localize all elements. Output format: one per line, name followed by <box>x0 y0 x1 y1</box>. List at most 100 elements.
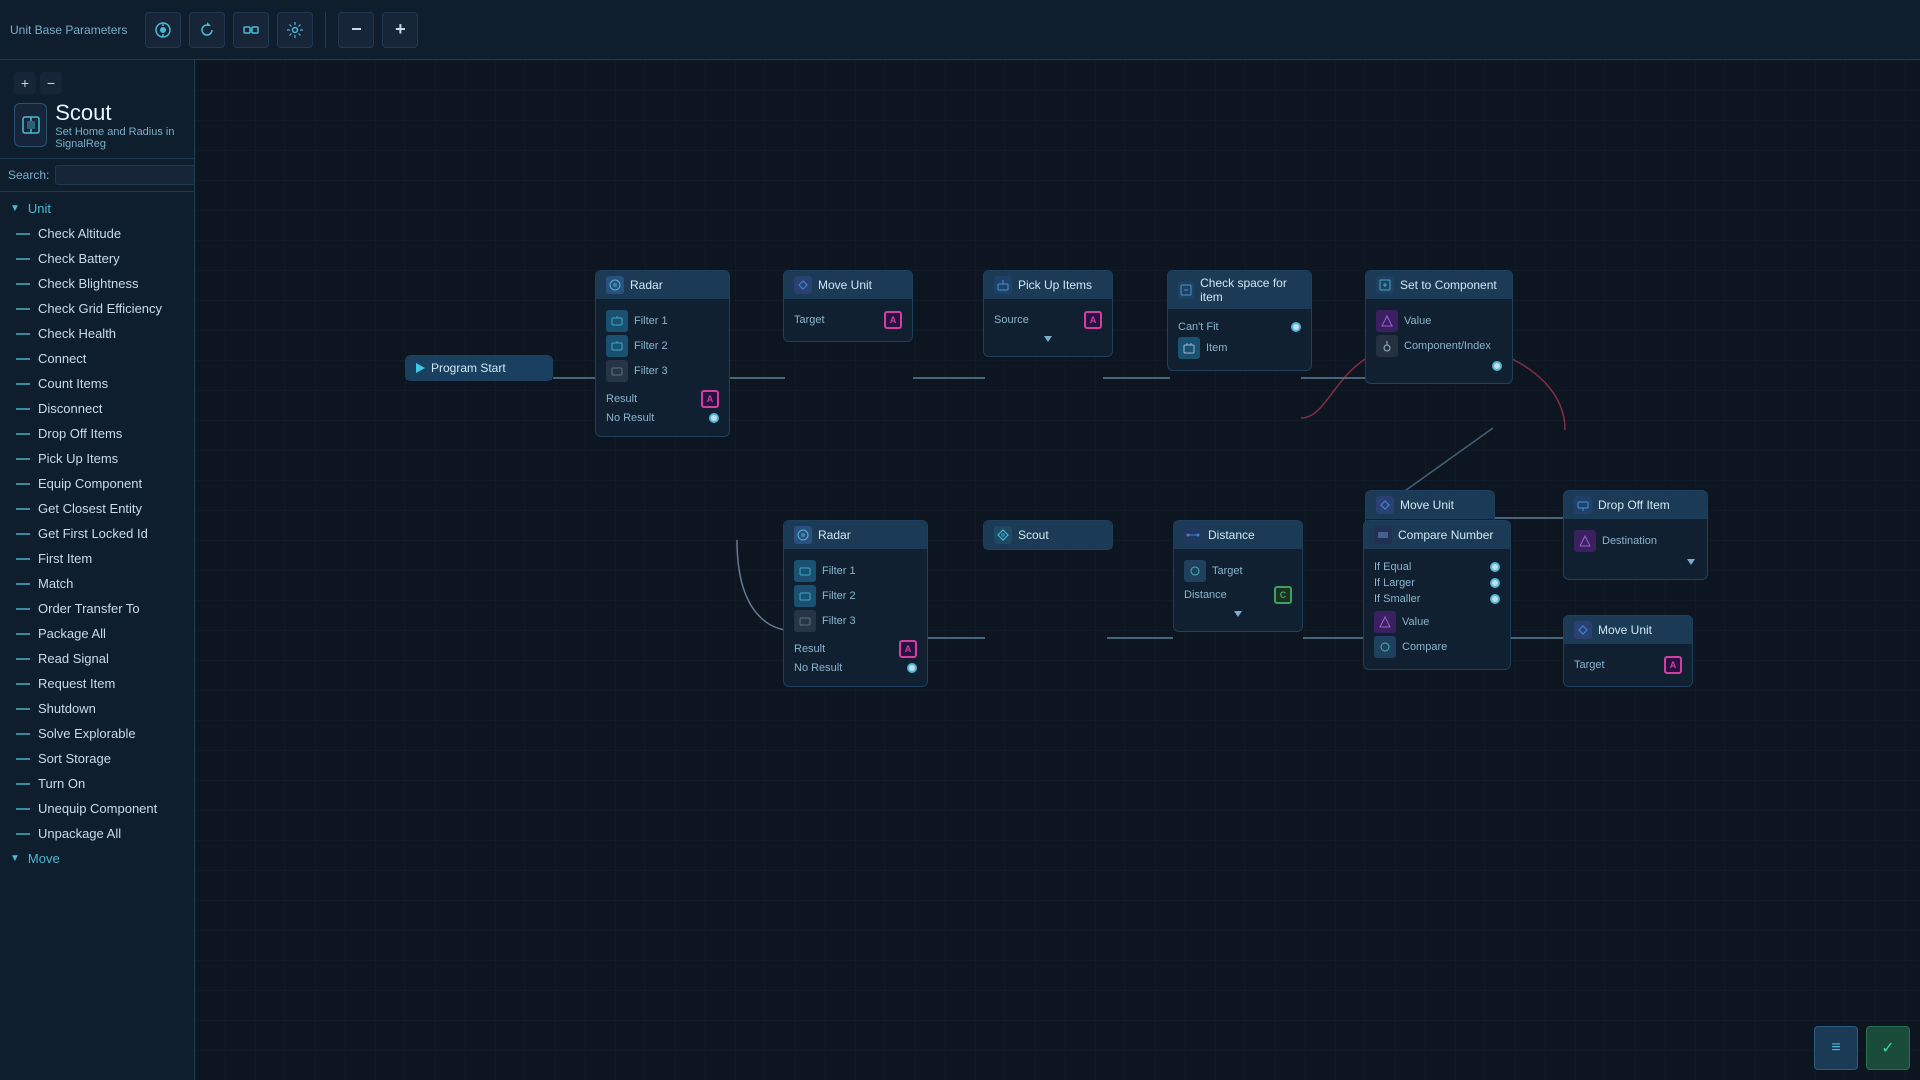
filter-3-icon <box>606 360 628 382</box>
sidebar-item-pick-up-items[interactable]: Pick Up Items <box>0 446 194 471</box>
target-port[interactable]: A <box>884 311 902 329</box>
node-pick-up-items[interactable]: Pick Up Items Source A <box>983 270 1113 357</box>
sidebar-section-move[interactable]: ▼Move <box>0 846 194 871</box>
refresh-icon-btn[interactable] <box>189 12 225 48</box>
node-scout-header: Scout <box>984 521 1112 549</box>
drop-off-arrow <box>1574 556 1697 571</box>
item-icon-dash <box>16 708 30 710</box>
sidebar: + − Scout Set Home and Radius in SignalR… <box>0 60 195 1080</box>
item-icon-dash <box>16 408 30 410</box>
sidebar-item-read-signal[interactable]: Read Signal <box>0 646 194 671</box>
sidebar-item-turn-on[interactable]: Turn On <box>0 771 194 796</box>
node-radar-top[interactable]: Radar Filter 1 Filter 2 <box>595 270 730 437</box>
zoom-minus-btn[interactable]: − <box>338 12 374 48</box>
item-label: Pick Up Items <box>38 451 118 466</box>
cant-fit-row: Can't Fit <box>1178 321 1301 333</box>
node-distance-header: Distance <box>1174 521 1302 549</box>
node-program-start[interactable]: Program Start <box>405 355 553 381</box>
sidebar-item-check-altitude[interactable]: Check Altitude <box>0 221 194 246</box>
distance-icon <box>1184 526 1202 544</box>
topbar: Unit Base Parameters − + <box>0 0 1920 60</box>
node-distance[interactable]: Distance Target Distance C <box>1173 520 1303 632</box>
distance-port[interactable]: C <box>1274 586 1292 604</box>
node-move-unit-right-body: Target A <box>1564 644 1692 686</box>
node-set-to-component-body: Value Component/Index <box>1366 299 1512 383</box>
destination-icon <box>1574 530 1596 552</box>
zoom-plus-btn[interactable]: + <box>382 12 418 48</box>
sidebar-item-unpackage-all[interactable]: Unpackage All <box>0 821 194 846</box>
canvas-area[interactable]: Program Start Radar Filter 1 <box>195 60 1920 1080</box>
sidebar-item-match[interactable]: Match <box>0 571 194 596</box>
move-right-target-port[interactable]: A <box>1664 656 1682 674</box>
value-row: Value <box>1376 310 1502 332</box>
source-port-row: Source A <box>994 311 1102 329</box>
unit-icon-btn[interactable] <box>145 12 181 48</box>
item-label: Drop Off Items <box>38 426 122 441</box>
node-check-space[interactable]: Check space for item Can't Fit Item <box>1167 270 1312 371</box>
node-drop-off-item[interactable]: Drop Off Item Destination <box>1563 490 1708 580</box>
node-move-unit-top-body: Target A <box>784 299 912 341</box>
node-radar-bottom[interactable]: Radar Filter 1 Filter 2 <box>783 520 928 687</box>
sidebar-item-connect[interactable]: Connect <box>0 346 194 371</box>
zoom-out-btn[interactable]: − <box>40 72 62 94</box>
sidebar-item-get-closest-entity[interactable]: Get Closest Entity <box>0 496 194 521</box>
link-icon-btn[interactable] <box>233 12 269 48</box>
sidebar-item-solve-explorable[interactable]: Solve Explorable <box>0 721 194 746</box>
node-move-unit-right[interactable]: Move Unit Target A <box>1563 615 1693 687</box>
sidebar-item-check-grid-efficiency[interactable]: Check Grid Efficiency <box>0 296 194 321</box>
no-result-port[interactable] <box>709 413 719 423</box>
sidebar-item-first-item[interactable]: First Item <box>0 546 194 571</box>
sidebar-item-request-item[interactable]: Request Item <box>0 671 194 696</box>
item-icon-dash <box>16 683 30 685</box>
result-port[interactable]: A <box>701 390 719 408</box>
radar-icon <box>606 276 624 294</box>
item-label: Match <box>38 576 73 591</box>
topbar-separator <box>325 12 326 48</box>
sidebar-item-get-first-locked-id[interactable]: Get First Locked Id <box>0 521 194 546</box>
item-label: Check Altitude <box>38 226 121 241</box>
sidebar-item-package-all[interactable]: Package All <box>0 621 194 646</box>
sidebar-item-check-health[interactable]: Check Health <box>0 321 194 346</box>
item-icon-dash <box>16 483 30 485</box>
item-icon-dash <box>16 633 30 635</box>
result-bottom-port[interactable]: A <box>899 640 917 658</box>
node-compare-number-header: Compare Number <box>1364 521 1510 549</box>
sidebar-item-order-transfer-to[interactable]: Order Transfer To <box>0 596 194 621</box>
item-icon-dash <box>16 258 30 260</box>
node-move-unit-top[interactable]: Move Unit Target A <box>783 270 913 342</box>
node-pick-up-items-body: Source A <box>984 299 1112 356</box>
item-label: Get Closest Entity <box>38 501 142 516</box>
list-btn[interactable]: ≡ <box>1814 1026 1858 1070</box>
item-icon-dash <box>16 783 30 785</box>
zoom-in-btn[interactable]: + <box>14 72 36 94</box>
sidebar-item-drop-off-items[interactable]: Drop Off Items <box>0 421 194 446</box>
item-icon-dash <box>16 758 30 760</box>
node-move-unit-right-header: Move Unit <box>1564 616 1692 644</box>
node-check-space-header: Check space for item <box>1168 271 1311 309</box>
sidebar-item-sort-storage[interactable]: Sort Storage <box>0 746 194 771</box>
sidebar-item-equip-component[interactable]: Equip Component <box>0 471 194 496</box>
sidebar-item-check-blightness[interactable]: Check Blightness <box>0 271 194 296</box>
item-icon-dash <box>16 283 30 285</box>
sidebar-item-disconnect[interactable]: Disconnect <box>0 396 194 421</box>
sidebar-item-check-battery[interactable]: Check Battery <box>0 246 194 271</box>
node-set-to-component[interactable]: Set to Component Value Component/Index <box>1365 270 1513 384</box>
bottom-bar: ≡ ✓ <box>1814 1026 1910 1070</box>
item-label: Unequip Component <box>38 801 157 816</box>
sidebar-item-unequip-component[interactable]: Unequip Component <box>0 796 194 821</box>
node-radar-bottom-header: Radar <box>784 521 927 549</box>
node-scout[interactable]: Scout <box>983 520 1113 550</box>
sidebar-section-unit[interactable]: ▼Unit <box>0 196 194 221</box>
source-port[interactable]: A <box>1084 311 1102 329</box>
item-label: Turn On <box>38 776 85 791</box>
cant-fit-port[interactable] <box>1291 322 1301 332</box>
sidebar-item-shutdown[interactable]: Shutdown <box>0 696 194 721</box>
confirm-btn[interactable]: ✓ <box>1866 1026 1910 1070</box>
node-radar-top-label: Radar <box>630 278 663 292</box>
sidebar-item-count-items[interactable]: Count Items <box>0 371 194 396</box>
node-compare-number[interactable]: Compare Number If Equal If Larger If Sma… <box>1363 520 1511 670</box>
no-result-bottom-port[interactable] <box>907 663 917 673</box>
config-icon-btn[interactable] <box>277 12 313 48</box>
search-input[interactable] <box>55 165 195 185</box>
item-label: Check Health <box>38 326 116 341</box>
